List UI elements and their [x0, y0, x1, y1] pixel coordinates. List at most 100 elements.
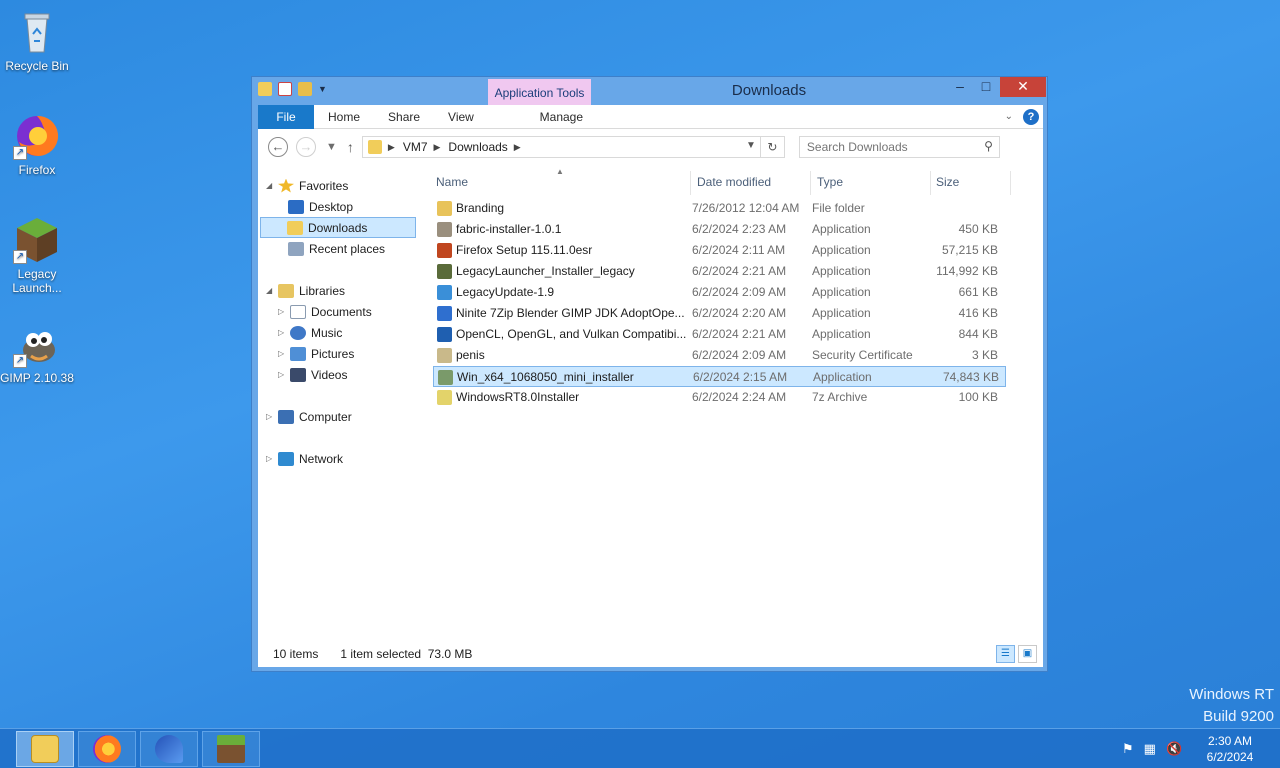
address-bar[interactable]: ▶ VM7 ▶ Downloads ▶ ▼ ↻ — [361, 136, 785, 158]
folder-icon[interactable] — [258, 82, 272, 96]
volume-muted-icon[interactable]: 🔇 — [1166, 741, 1182, 757]
file-row-selected[interactable]: Win_x64_1068050_mini_installer 6/2/2024 … — [433, 366, 1006, 387]
tab-share[interactable]: Share — [374, 105, 434, 129]
search-icon[interactable]: ⚲ — [984, 139, 993, 153]
collapsed-arrow-icon[interactable]: ▷ — [278, 307, 288, 316]
file-row[interactable]: WindowsRT8.0Installer 6/2/2024 2:24 AM 7… — [433, 387, 1006, 408]
back-button[interactable]: ← — [268, 137, 288, 157]
nav-desktop[interactable]: Desktop — [288, 196, 353, 217]
collapsed-arrow-icon[interactable]: ▷ — [266, 412, 276, 421]
file-size: 74,843 KB — [942, 370, 999, 384]
expanded-arrow-icon[interactable]: ◢ — [266, 286, 276, 295]
file-size: 450 KB — [958, 222, 998, 236]
nav-libraries[interactable]: ◢ Libraries — [266, 280, 345, 301]
taskbar-legacyupdate[interactable] — [140, 731, 198, 767]
column-separator[interactable] — [930, 171, 931, 195]
collapsed-arrow-icon[interactable]: ▷ — [278, 370, 288, 379]
desktop-icon-recycle-bin[interactable]: Recycle Bin — [0, 8, 74, 73]
system-tray: ⚑ ▦ 🔇 — [1122, 741, 1182, 757]
file-row[interactable]: Branding 7/26/2012 12:04 AM File folder — [433, 198, 1006, 219]
folder-icon — [437, 201, 452, 216]
desktop-icon-label: GIMP 2.10.38 — [0, 371, 74, 385]
desktop-icon-gimp[interactable]: ↗ GIMP 2.10.38 — [0, 320, 74, 385]
network-icon[interactable]: ▦ — [1144, 741, 1156, 757]
desktop-icon-legacy-launcher[interactable]: ↗ Legacy Launch... — [0, 216, 74, 295]
file-row[interactable]: LegacyLauncher_Installer_legacy 6/2/2024… — [433, 261, 1006, 282]
tab-view[interactable]: View — [434, 105, 488, 129]
nav-favorites[interactable]: ◢ Favorites — [266, 175, 348, 196]
clock[interactable]: 2:30 AM 6/2/2024 — [1200, 733, 1260, 765]
close-button[interactable]: ✕ — [1000, 77, 1046, 97]
application-tools-tab[interactable]: Application Tools — [488, 79, 591, 105]
file-row[interactable]: fabric-installer-1.0.1 6/2/2024 2:23 AM … — [433, 219, 1006, 240]
column-separator[interactable] — [1010, 171, 1011, 195]
chevron-right-icon[interactable]: ▶ — [514, 142, 521, 153]
nav-recent-label: Recent places — [309, 241, 386, 256]
address-dropdown-icon[interactable]: ▼ — [746, 140, 756, 151]
nav-music[interactable]: ▷ Music — [278, 322, 342, 343]
expanded-arrow-icon[interactable]: ◢ — [266, 181, 276, 190]
collapsed-arrow-icon[interactable]: ▷ — [266, 454, 276, 463]
details-view-button[interactable]: ☰ — [996, 645, 1015, 663]
file-size: 57,215 KB — [941, 243, 998, 257]
file-row[interactable]: penis 6/2/2024 2:09 AM Security Certific… — [433, 345, 1006, 366]
minimize-button[interactable]: – — [947, 77, 973, 97]
forward-button[interactable]: → — [296, 137, 316, 157]
qat-dropdown-icon[interactable]: ▼ — [318, 84, 327, 94]
taskbar-file-explorer[interactable] — [16, 731, 74, 767]
file-row[interactable]: OpenCL, OpenGL, and Vulkan Compatibi... … — [433, 324, 1006, 345]
search-box[interactable]: ⚲ — [798, 136, 1000, 158]
chevron-right-icon[interactable]: ▶ — [434, 142, 441, 153]
nav-documents[interactable]: ▷ Documents — [278, 301, 372, 322]
column-header-type[interactable]: Type — [817, 175, 917, 195]
file-size: 3 KB — [971, 348, 998, 362]
nav-videos[interactable]: ▷ Videos — [278, 364, 347, 385]
column-header-size[interactable]: Size — [936, 175, 996, 195]
file-type: 7z Archive — [812, 390, 868, 404]
breadcrumb-vm7[interactable]: VM7 — [403, 140, 428, 154]
watermark-line2: Build 9200 — [1203, 708, 1274, 725]
file-name: LegacyUpdate-1.9 — [456, 285, 555, 299]
refresh-button[interactable]: ↻ — [759, 137, 784, 157]
taskbar-firefox[interactable] — [78, 731, 136, 767]
file-date: 6/2/2024 2:09 AM — [692, 285, 787, 299]
up-button[interactable]: ↑ — [347, 139, 354, 155]
downloads-folder-icon — [287, 220, 303, 235]
file-row[interactable]: Ninite 7Zip Blender GIMP JDK AdoptOpe...… — [433, 303, 1006, 324]
large-icons-view-button[interactable]: ▣ — [1018, 645, 1037, 663]
nav-network[interactable]: ▷ Network — [266, 448, 343, 469]
nav-computer[interactable]: ▷ Computer — [266, 406, 352, 427]
tab-home[interactable]: Home — [314, 105, 374, 129]
column-separator[interactable] — [810, 171, 811, 195]
collapsed-arrow-icon[interactable]: ▷ — [278, 349, 288, 358]
column-header-name[interactable]: Name — [436, 175, 686, 195]
nav-pictures[interactable]: ▷ Pictures — [278, 343, 354, 364]
title-bar[interactable]: ▼ Application Tools Downloads – □ ✕ — [252, 77, 1047, 105]
column-separator[interactable] — [690, 171, 691, 195]
collapsed-arrow-icon[interactable]: ▷ — [278, 328, 288, 337]
column-header-date[interactable]: Date modified — [697, 175, 807, 195]
properties-icon[interactable] — [278, 82, 292, 96]
file-row[interactable]: Firefox Setup 115.11.0esr 6/2/2024 2:11 … — [433, 240, 1006, 261]
file-name: OpenCL, OpenGL, and Vulkan Compatibi... — [456, 327, 687, 341]
ninite-icon — [437, 306, 452, 321]
chevron-right-icon[interactable]: ▶ — [388, 142, 395, 153]
help-icon[interactable]: ? — [1023, 108, 1039, 125]
maximize-button[interactable]: □ — [973, 77, 999, 97]
file-date: 6/2/2024 2:11 AM — [692, 243, 786, 257]
file-row[interactable]: LegacyUpdate-1.9 6/2/2024 2:09 AM Applic… — [433, 282, 1006, 303]
new-folder-icon[interactable] — [298, 82, 312, 96]
tab-manage[interactable]: Manage — [510, 105, 613, 129]
recent-locations-dropdown[interactable]: ▼ — [326, 141, 337, 153]
file-size: 100 KB — [958, 390, 998, 404]
breadcrumb-downloads[interactable]: Downloads — [448, 140, 507, 154]
nav-recent-places[interactable]: Recent places — [288, 238, 385, 259]
expand-ribbon-icon[interactable]: ⌄ — [1005, 111, 1013, 122]
taskbar-minecraft[interactable] — [202, 731, 260, 767]
action-center-flag-icon[interactable]: ⚑ — [1122, 741, 1134, 757]
desktop-icon-firefox[interactable]: ↗ Firefox — [0, 112, 74, 177]
search-input[interactable] — [806, 137, 977, 157]
tab-file[interactable]: File — [258, 104, 314, 129]
explorer-window: ▼ Application Tools Downloads – □ ✕ File… — [251, 76, 1048, 672]
nav-downloads[interactable]: Downloads — [260, 217, 416, 238]
